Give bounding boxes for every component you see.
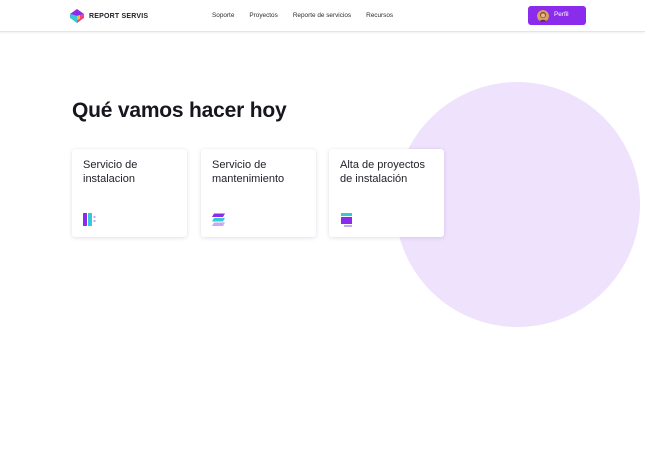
avatar	[537, 9, 549, 22]
card-alta-proyectos[interactable]: Alta de proyectos de instalación	[329, 149, 444, 237]
card-servicio-instalacion[interactable]: Servicio de instalacion	[72, 149, 187, 237]
nav-link-recursos[interactable]: Recursos	[366, 12, 393, 19]
card-title: Alta de proyectos de instalación	[340, 159, 425, 185]
profile-label: Perfil	[554, 11, 569, 19]
profile-button[interactable]: Perfil	[528, 6, 586, 25]
nav-link-soporte[interactable]: Soporte	[212, 12, 234, 19]
nav-link-proyectos[interactable]: Proyectos	[249, 12, 277, 19]
card-title: Servicio de mantenimiento	[212, 159, 285, 185]
columns-icon	[83, 213, 96, 226]
card-servicio-mantenimiento[interactable]: Servicio de mantenimiento	[201, 149, 316, 237]
page-title: Qué vamos hacer hoy	[72, 99, 287, 122]
brand-link[interactable]: REPORT SERVIS	[69, 8, 148, 24]
brand-logo-icon	[70, 9, 84, 23]
app-page: REPORT SERVIS Soporte Proyectos Reporte …	[0, 0, 645, 461]
add-layer-icon	[341, 213, 352, 227]
nav-link-reporte-de-servicios[interactable]: Reporte de servicios	[293, 12, 351, 19]
main-nav: Soporte Proyectos Reporte de servicios R…	[212, 0, 393, 32]
card-title: Servicio de instalacion	[83, 159, 138, 185]
brand-name: REPORT SERVIS	[89, 12, 149, 20]
top-navbar: REPORT SERVIS Soporte Proyectos Reporte …	[0, 0, 645, 32]
stack-layers-icon	[212, 213, 225, 226]
